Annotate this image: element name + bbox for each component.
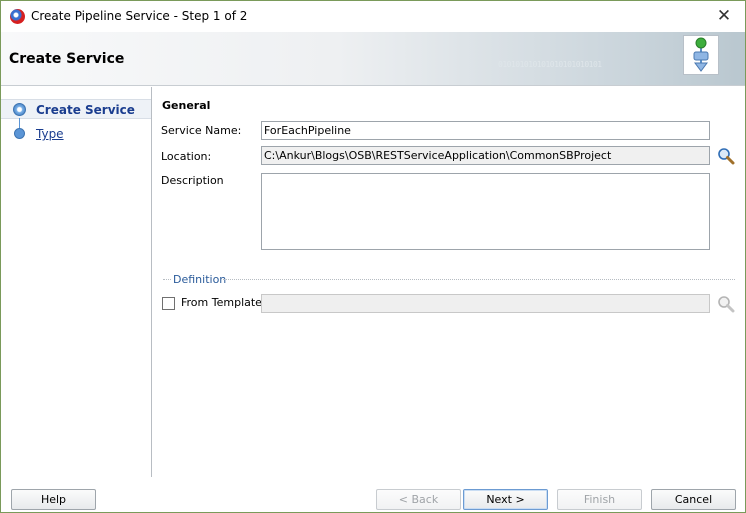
pipeline-wizard-icon bbox=[683, 35, 719, 75]
description-textarea[interactable] bbox=[261, 173, 710, 250]
step-type[interactable]: Type bbox=[1, 124, 151, 144]
from-template-checkbox[interactable] bbox=[162, 297, 175, 310]
definition-section-title: Definition bbox=[173, 273, 227, 286]
dialog-window: Create Pipeline Service - Step 1 of 2 ✕ … bbox=[0, 0, 746, 513]
help-button[interactable]: Help bbox=[11, 489, 96, 510]
step-icon bbox=[14, 128, 25, 139]
browse-template-icon bbox=[718, 296, 735, 313]
header-title: Create Service bbox=[9, 51, 125, 67]
service-name-input[interactable]: ForEachPipeline bbox=[261, 121, 710, 140]
next-button[interactable]: Next > bbox=[463, 489, 548, 510]
binary-decoration: 010101010101010101010101 bbox=[498, 60, 602, 69]
back-button: < Back bbox=[376, 489, 461, 510]
general-section-title: General bbox=[162, 99, 211, 112]
service-name-label: Service Name: bbox=[161, 124, 242, 137]
oracle-app-icon bbox=[10, 9, 25, 24]
form-area: General Service Name: ForEachPipeline Lo… bbox=[153, 87, 743, 477]
step-label: Type bbox=[36, 127, 64, 141]
wizard-header: Create Service 010101010101010101010101 bbox=[1, 32, 745, 86]
definition-rule-left bbox=[163, 279, 171, 280]
template-field bbox=[261, 294, 710, 313]
cancel-button[interactable]: Cancel bbox=[651, 489, 736, 510]
location-field[interactable]: C:\Ankur\Blogs\OSB\RESTServiceApplicatio… bbox=[261, 146, 710, 165]
location-label: Location: bbox=[161, 150, 212, 163]
browse-location-icon[interactable] bbox=[717, 147, 735, 165]
step-create-service[interactable]: Create Service bbox=[1, 99, 151, 119]
finish-button: Finish bbox=[557, 489, 642, 510]
wizard-steps-panel: Create Service Type bbox=[1, 87, 152, 477]
step-label: Create Service bbox=[36, 103, 135, 117]
title-bar: Create Pipeline Service - Step 1 of 2 ✕ bbox=[1, 1, 745, 32]
definition-rule-right bbox=[223, 279, 735, 280]
description-label: Description bbox=[161, 174, 224, 187]
window-title: Create Pipeline Service - Step 1 of 2 bbox=[31, 9, 248, 23]
button-bar: Help < Back Next > Finish Cancel bbox=[1, 477, 745, 512]
close-icon[interactable]: ✕ bbox=[713, 5, 735, 27]
from-template-label[interactable]: From Template bbox=[181, 296, 262, 309]
current-step-icon bbox=[13, 103, 26, 116]
